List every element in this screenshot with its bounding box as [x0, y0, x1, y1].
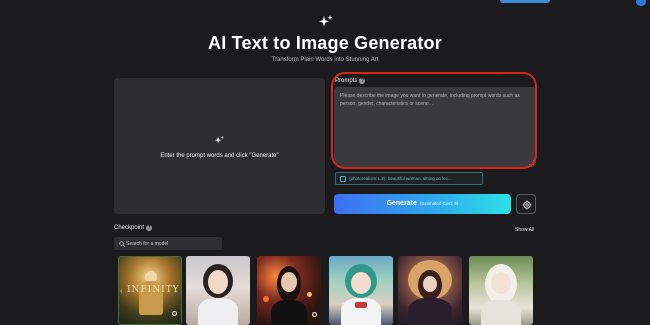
- model-card[interactable]: [186, 256, 250, 325]
- top-edge: [0, 0, 650, 6]
- body-shape: [408, 298, 452, 325]
- highlight-ring: [331, 72, 537, 169]
- model-card[interactable]: [398, 256, 462, 325]
- ribbon-shape: [355, 302, 367, 308]
- settings-button[interactable]: [516, 194, 536, 214]
- card-logo-text: INFINITY: [127, 285, 180, 295]
- page-subtitle: Transform Plain Words into Stunning Art: [271, 57, 379, 63]
- image-preview-panel: Enter the prompt words and click "Genera…: [114, 78, 325, 214]
- model-search-input[interactable]: Search for a model: [114, 237, 222, 250]
- model-card[interactable]: [257, 256, 321, 325]
- generate-button[interactable]: Generate (Estimated Cost: 6): [334, 194, 511, 214]
- model-card[interactable]: [329, 256, 393, 325]
- body-shape: [271, 300, 307, 325]
- chevron-left-icon[interactable]: ‹: [120, 288, 122, 295]
- search-placeholder: Search for a model: [126, 240, 169, 247]
- settings-icon: [522, 200, 532, 210]
- body-shape: [481, 300, 521, 325]
- checkpoint-label: Checkpoint?: [114, 225, 153, 231]
- face-shape: [423, 276, 437, 292]
- suggestion-text: (photorealism:1.2), beautiful woman, sit…: [349, 176, 452, 181]
- body-shape: [198, 298, 238, 325]
- search-icon: [119, 240, 125, 247]
- page-title: AI Text to Image Generator: [208, 33, 442, 53]
- sparkle-icon: [319, 15, 333, 27]
- bokeh-light: [263, 296, 269, 302]
- bokeh-light: [307, 292, 312, 297]
- top-avatar[interactable]: [636, 0, 646, 6]
- prompt-suggestion[interactable]: (photorealism:1.2), beautiful woman, sit…: [335, 172, 483, 185]
- suggestion-icon: [340, 176, 346, 182]
- preview-hint: Enter the prompt words and click "Genera…: [160, 153, 279, 159]
- info-icon[interactable]: [312, 312, 317, 317]
- show-all-link[interactable]: Show All: [515, 227, 534, 233]
- model-card[interactable]: [469, 256, 533, 325]
- face-shape: [208, 270, 228, 294]
- face-shape: [281, 272, 297, 292]
- top-nav-button[interactable]: [500, 0, 550, 3]
- face-shape: [351, 272, 371, 294]
- help-icon[interactable]: ?: [146, 225, 153, 231]
- generate-cost: (Estimated Cost: 6): [419, 201, 459, 206]
- checkpoint-label-text: Checkpoint: [114, 225, 145, 231]
- model-card[interactable]: INFINITY ‹: [118, 256, 182, 325]
- sparkle-icon: [214, 135, 224, 144]
- face-shape: [491, 272, 511, 294]
- info-icon[interactable]: [172, 311, 177, 316]
- generate-label: Generate: [386, 200, 417, 207]
